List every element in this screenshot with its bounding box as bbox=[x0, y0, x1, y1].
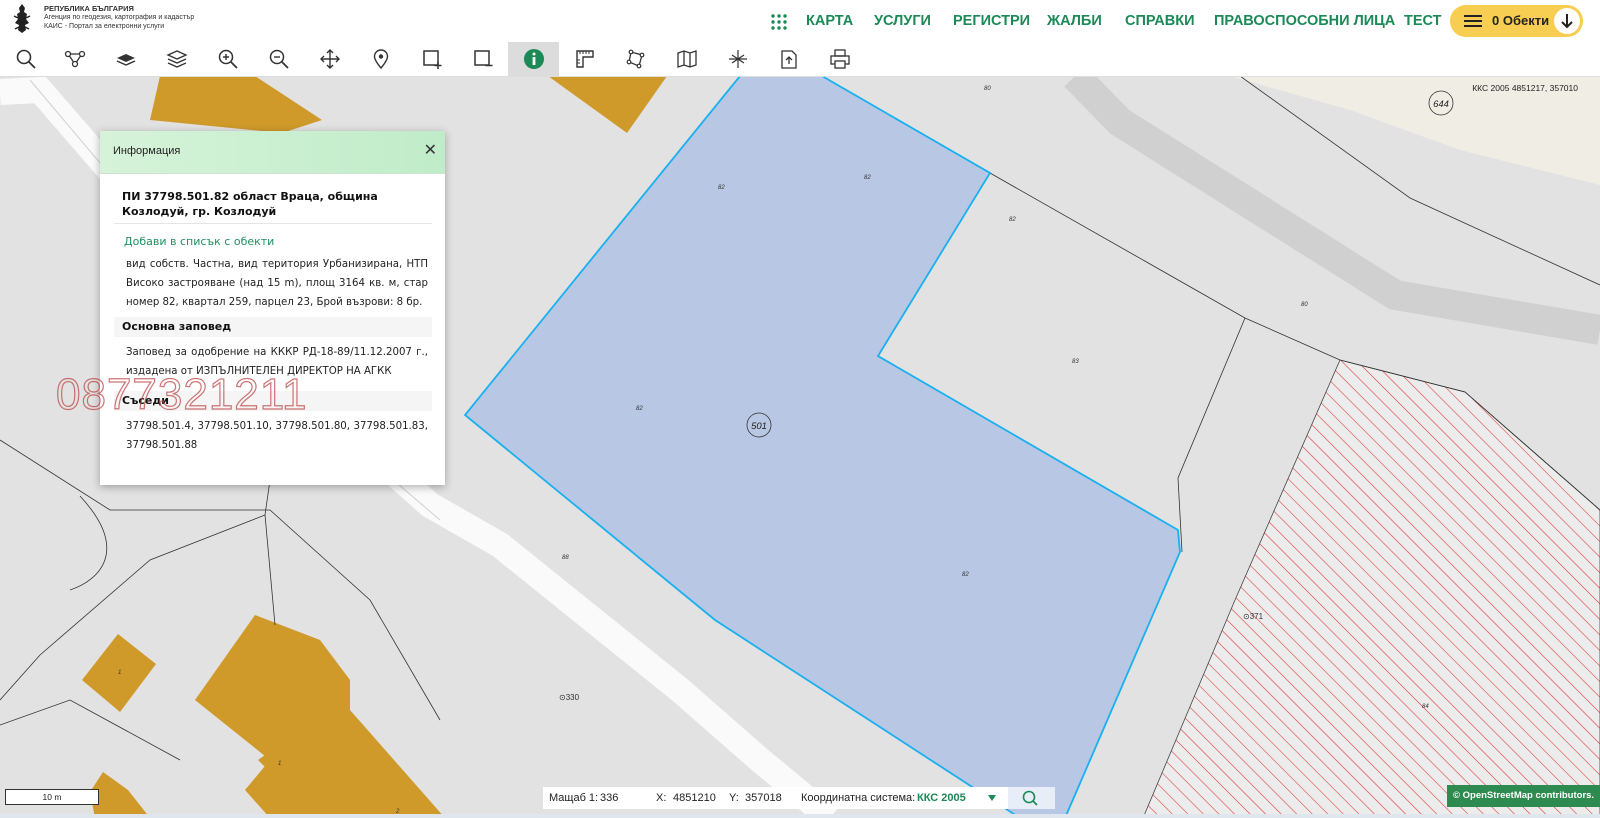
y-label: Y: bbox=[729, 792, 739, 804]
parcel-label: 80 bbox=[984, 86, 991, 92]
tool-zoom-out[interactable] bbox=[253, 42, 304, 76]
layers-icon bbox=[165, 50, 188, 68]
popup-title: Информация bbox=[113, 145, 181, 157]
rectangle-deselect-icon bbox=[473, 50, 492, 67]
tool-intersect[interactable] bbox=[712, 42, 763, 76]
route-icon bbox=[64, 50, 85, 68]
rectangle-select-icon bbox=[422, 50, 441, 69]
search-icon bbox=[1022, 790, 1038, 806]
arrow-down-icon bbox=[1561, 14, 1573, 29]
parcel-label: 82 bbox=[864, 175, 871, 181]
objects-cart-button[interactable]: 0 Обекти bbox=[1450, 5, 1583, 37]
label-501: 501 bbox=[751, 421, 767, 432]
x-value: 4851210 bbox=[673, 792, 716, 804]
scale-label: Мащаб 1: bbox=[549, 792, 599, 804]
logo-line-1: РЕПУБЛИКА БЪЛГАРИЯ bbox=[44, 4, 134, 13]
parcel-label: 82 bbox=[1009, 217, 1016, 223]
scale-bar: 10 m bbox=[5, 789, 99, 805]
attribution-text[interactable]: © OpenStreetMap contributors. bbox=[1453, 790, 1594, 801]
objects-count: 0 Обекти bbox=[1492, 13, 1550, 28]
zoom-out-icon bbox=[269, 49, 289, 69]
y-value: 357018 bbox=[745, 792, 782, 804]
download-button[interactable] bbox=[1554, 8, 1580, 34]
building-label: 1 bbox=[118, 670, 121, 676]
agency-name[interactable]: РЕПУБЛИКА БЪЛГАРИЯ Агенция по геодезия, … bbox=[44, 4, 194, 31]
apps-grid-icon[interactable] bbox=[770, 13, 788, 31]
attribution[interactable]: © OpenStreetMap contributors. bbox=[1447, 785, 1600, 807]
divider bbox=[114, 223, 432, 224]
tool-export[interactable] bbox=[763, 42, 814, 76]
neighbors-text: 37798.501.4, 37798.501.10, 37798.501.80,… bbox=[126, 421, 428, 451]
map-icon bbox=[676, 50, 697, 68]
layer-icon bbox=[116, 54, 135, 66]
info-icon bbox=[523, 49, 544, 69]
building-label: 1 bbox=[278, 761, 281, 767]
nav-reports[interactable]: СПРАВКИ bbox=[1125, 13, 1195, 29]
coord-system-label: Координатна система: bbox=[801, 792, 916, 804]
x-label: X: bbox=[656, 792, 667, 804]
nav-registers[interactable]: РЕГИСТРИ bbox=[953, 13, 1030, 29]
tool-polygon[interactable] bbox=[610, 42, 661, 76]
polygon-icon bbox=[626, 49, 644, 69]
logo-line-3: КАИС - Портал за електронни услуги bbox=[44, 23, 165, 30]
export-icon bbox=[780, 50, 797, 69]
tool-info[interactable] bbox=[508, 42, 559, 76]
parcel-title: ПИ 37798.501.82 област Враца, община Коз… bbox=[122, 190, 378, 218]
info-popup: Информация ✕ ПИ 37798.501.82 област Врац… bbox=[100, 131, 445, 485]
parcel-label: 83 bbox=[1072, 359, 1079, 365]
close-icon[interactable]: ✕ bbox=[424, 140, 437, 160]
section-neighbors: Съседи bbox=[114, 391, 432, 411]
nav-complaints[interactable]: ЖАЛБИ bbox=[1047, 13, 1102, 29]
parcel-label: 82 bbox=[636, 406, 643, 412]
parcel-label: 82 bbox=[718, 185, 725, 191]
tool-route[interactable] bbox=[49, 42, 100, 76]
scale-value[interactable]: 336 bbox=[600, 792, 618, 804]
tool-zoom-in[interactable] bbox=[202, 42, 253, 76]
parcel-label: 88 bbox=[562, 555, 569, 561]
label-644: 644 bbox=[1433, 99, 1449, 110]
search-icon bbox=[16, 49, 36, 69]
logo-line-2: Агенция по геодезия, картография и кадас… bbox=[44, 14, 195, 21]
add-to-list-link[interactable]: Добави в списък с обекти bbox=[124, 235, 274, 248]
order-text: Заповед за одобрение на КККР РД-18-89/11… bbox=[126, 347, 428, 377]
menu-icon bbox=[1464, 15, 1482, 27]
benchmark-330: ⊙330 bbox=[559, 693, 580, 702]
nav-licensed-persons[interactable]: ПРАВОСПОСОБНИ ЛИЦА bbox=[1214, 13, 1395, 29]
tool-marker[interactable] bbox=[355, 42, 406, 76]
parcel-label: 82 bbox=[962, 572, 969, 578]
map-toolbar bbox=[0, 42, 1600, 77]
popup-header: Информация ✕ bbox=[100, 131, 445, 174]
header: РЕПУБЛИКА БЪЛГАРИЯ Агенция по геодезия, … bbox=[0, 0, 1600, 42]
zoom-in-icon bbox=[218, 49, 238, 69]
tool-search[interactable] bbox=[0, 42, 51, 76]
tool-pan[interactable] bbox=[304, 42, 355, 76]
coord-system-value[interactable]: ККС 2005 bbox=[917, 792, 966, 804]
coat-of-arms-icon[interactable] bbox=[12, 3, 32, 35]
tool-layer[interactable] bbox=[100, 42, 151, 76]
measure-icon bbox=[575, 50, 594, 68]
print-icon bbox=[829, 49, 850, 69]
coordinate-search-button[interactable] bbox=[1008, 787, 1055, 809]
nav-services[interactable]: УСЛУГИ bbox=[874, 13, 931, 29]
tool-measure[interactable] bbox=[559, 42, 610, 76]
parcel-description: вид собств. Частна, вид територия Урбани… bbox=[126, 259, 428, 308]
section-main-order: Основна заповед bbox=[114, 317, 432, 337]
tool-deselect-rect[interactable] bbox=[457, 42, 508, 76]
bottom-strip bbox=[0, 814, 1600, 818]
parcel-label: 84 bbox=[1422, 704, 1429, 710]
pan-icon bbox=[319, 49, 340, 69]
parcel-label: 80 bbox=[1301, 302, 1308, 308]
marker-icon bbox=[373, 49, 388, 70]
status-bar: Мащаб 1: 336 X: 4851210 Y: 357018 Коорди… bbox=[543, 787, 1055, 809]
tool-map[interactable] bbox=[661, 42, 712, 76]
tool-select-rect[interactable] bbox=[406, 42, 457, 76]
benchmark-371: ⊙371 bbox=[1243, 612, 1264, 621]
tool-print[interactable] bbox=[814, 42, 865, 76]
nav-test[interactable]: ТЕСТ bbox=[1404, 13, 1442, 29]
coordinate-readout: ККС 2005 4851217, 357010 bbox=[1472, 83, 1578, 93]
intersect-icon bbox=[728, 50, 747, 68]
nav-map[interactable]: КАРТА bbox=[806, 13, 853, 29]
tool-layers[interactable] bbox=[151, 42, 202, 76]
chevron-down-icon[interactable] bbox=[988, 795, 996, 801]
